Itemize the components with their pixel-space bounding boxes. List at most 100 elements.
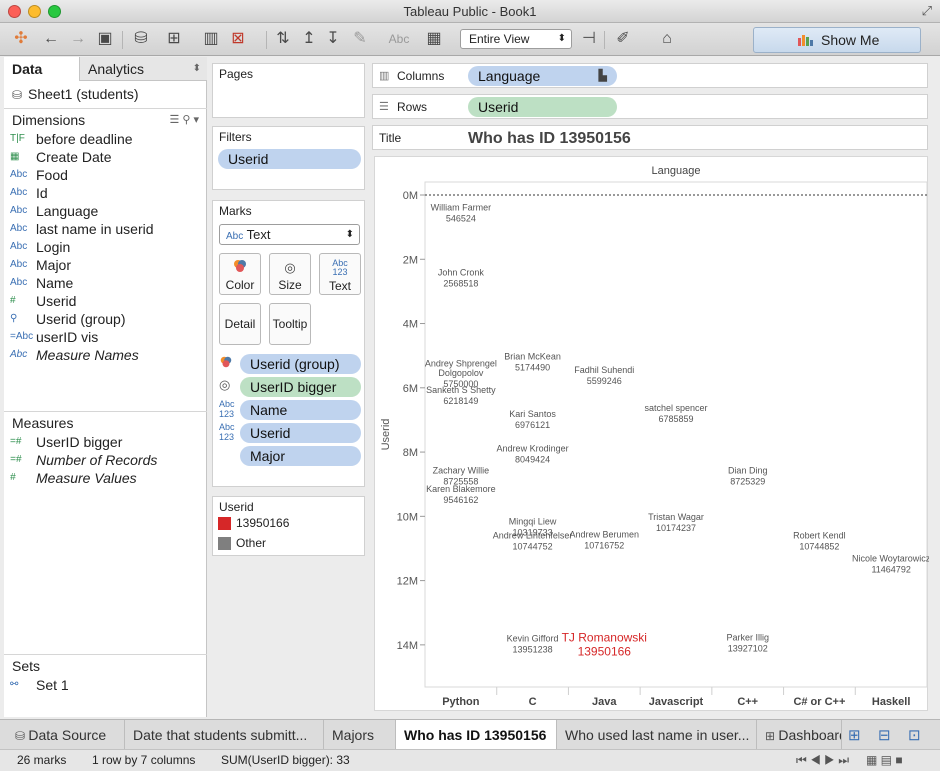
data-mark[interactable]: Andrey Shprengel bbox=[425, 359, 497, 369]
dimensions-field[interactable]: T|F before deadline bbox=[4, 130, 207, 148]
view-cards-icon[interactable]: ▦ bbox=[423, 29, 445, 49]
encoding-pill-userid-group[interactable]: Userid (group) bbox=[240, 354, 361, 374]
filter-pill-userid[interactable]: Userid bbox=[218, 149, 361, 169]
data-mark[interactable]: TJ Romanowski13950166 bbox=[562, 630, 647, 658]
sort-ascending-icon[interactable]: ↥ bbox=[298, 29, 320, 49]
data-mark[interactable]: Robert Kendl10744852 bbox=[793, 530, 846, 551]
group-members-icon[interactable]: ✎ bbox=[349, 29, 371, 49]
dimensions-field[interactable]: Abc Measure Names bbox=[4, 346, 207, 364]
data-mark[interactable]: satchel spencer6785859 bbox=[644, 403, 707, 424]
data-mark[interactable]: Kari Santos6976121 bbox=[509, 409, 556, 430]
swap-rows-columns-icon[interactable]: ⇅ bbox=[272, 29, 294, 49]
tab-data[interactable]: Data bbox=[4, 57, 79, 81]
dimensions-field[interactable]: Abc last name in userid bbox=[4, 220, 207, 238]
save-icon[interactable]: ▣ bbox=[94, 29, 116, 49]
columns-pill-language[interactable]: Language ▙ bbox=[468, 66, 617, 86]
size-button[interactable]: ◎ Size bbox=[269, 253, 311, 295]
color-button[interactable]: Color bbox=[219, 253, 261, 295]
data-mark[interactable]: William Farmer546524 bbox=[431, 203, 492, 224]
fix-axes-icon[interactable]: ⊣ bbox=[578, 29, 600, 49]
tab-dashboard[interactable]: ⊞ Dashboard bbox=[757, 720, 842, 750]
undo-icon[interactable]: ← bbox=[40, 29, 62, 49]
close-window-button[interactable] bbox=[8, 5, 21, 18]
show-mark-labels-icon[interactable]: Abc bbox=[385, 29, 413, 49]
zoom-window-button[interactable] bbox=[48, 5, 61, 18]
data-mark[interactable]: Karen Blakemore9546162 bbox=[426, 484, 496, 505]
duplicate-sheet-icon[interactable]: ▥ bbox=[200, 29, 222, 49]
rows-pill-userid[interactable]: Userid bbox=[468, 97, 617, 117]
title-shelf[interactable]: Title Who has ID 13950156 bbox=[372, 125, 928, 150]
tooltip-button[interactable]: Tooltip bbox=[269, 303, 311, 345]
dimensions-field[interactable]: Abc Login bbox=[4, 238, 207, 256]
data-mark[interactable]: Fadhil Suhendi5599246 bbox=[574, 365, 634, 386]
chart-area[interactable]: Language Python C Java Javascript C++ C# or C+… bbox=[374, 156, 929, 712]
encoding-pill-major[interactable]: Major bbox=[240, 446, 361, 466]
encoding-pill-name[interactable]: Name bbox=[240, 400, 361, 420]
legend-swatch-other[interactable] bbox=[218, 537, 231, 550]
dimensions-field[interactable]: =Abc userID vis bbox=[4, 328, 207, 346]
data-mark[interactable]: Brian McKean5174490 bbox=[504, 351, 561, 372]
fullscreen-icon[interactable]: ⤢ bbox=[922, 3, 932, 19]
columns-shelf[interactable]: ▥ Columns Language ▙ bbox=[372, 63, 928, 88]
measures-field[interactable]: =# UserID bigger bbox=[4, 433, 207, 451]
data-mark[interactable]: Andrew Krodinger8049424 bbox=[497, 444, 569, 465]
data-mark[interactable]: Andrew Lintenfelser10744752 bbox=[493, 530, 573, 551]
dimensions-field[interactable]: Abc Name bbox=[4, 274, 207, 292]
data-mark[interactable]: Dian Ding8725329 bbox=[728, 465, 768, 486]
tab-who-has-id[interactable]: Who has ID 13950156 bbox=[396, 720, 557, 750]
filters-card[interactable]: Filters Userid bbox=[212, 126, 365, 190]
dimensions-field[interactable]: # Userid bbox=[4, 292, 207, 310]
new-dashboard-icon[interactable]: ⊟ bbox=[878, 726, 891, 744]
new-datasource-icon[interactable]: ⛁ bbox=[130, 29, 152, 49]
set-field[interactable]: ⚯ Set 1 bbox=[4, 676, 207, 694]
rows-shelf[interactable]: ☰ Rows Userid bbox=[372, 94, 928, 119]
clear-sheet-icon[interactable]: ⊠ bbox=[227, 29, 249, 49]
new-worksheet-icon[interactable]: ⊞ bbox=[163, 29, 185, 49]
data-mark[interactable]: Andrew Berumen10716752 bbox=[570, 529, 640, 550]
pages-card[interactable]: Pages bbox=[212, 63, 365, 118]
search-icon[interactable]: ☰ ⚲ ▾ bbox=[169, 109, 199, 131]
data-mark[interactable]: Nicole Woytarowicz11464792 bbox=[852, 553, 929, 574]
text-table-chart[interactable]: Language Python C Java Javascript C++ C# or C+… bbox=[375, 157, 929, 712]
sheet-navigation-icon[interactable]: ⏮ ◀ ▶ ⏭ bbox=[796, 750, 849, 770]
new-worksheet-icon[interactable]: ⊞ bbox=[848, 726, 861, 744]
data-mark[interactable]: Parker Illig13927102 bbox=[726, 633, 769, 654]
redo-icon[interactable]: → bbox=[67, 29, 89, 49]
detail-button[interactable]: Detail bbox=[219, 303, 261, 345]
text-button[interactable]: Abc 123 Text bbox=[319, 253, 361, 295]
fit-select[interactable]: Entire View ⬍ bbox=[460, 29, 572, 49]
measures-field[interactable]: # Measure Values bbox=[4, 469, 207, 487]
tab-majors[interactable]: Majors bbox=[324, 720, 396, 750]
measures-field[interactable]: =# Number of Records bbox=[4, 451, 207, 469]
mark-type-select[interactable]: Abc Text ⬍ bbox=[219, 224, 360, 245]
data-mark[interactable]: Sanketh S Shetty6218149 bbox=[426, 385, 496, 406]
dimensions-field[interactable]: ▦ Create Date bbox=[4, 148, 207, 166]
minimize-window-button[interactable] bbox=[28, 5, 41, 18]
mark-id-label: 13927102 bbox=[728, 644, 768, 654]
tab-last-name[interactable]: Who used last name in user... bbox=[557, 720, 757, 750]
highlight-icon[interactable]: ✐ bbox=[612, 29, 634, 49]
sort-descending-icon[interactable]: ↧ bbox=[322, 29, 344, 49]
dimensions-field[interactable]: Abc Major bbox=[4, 256, 207, 274]
dimensions-field[interactable]: Abc Food bbox=[4, 166, 207, 184]
sheet-sorter-icon[interactable]: ▦ ▤ ■ bbox=[866, 750, 903, 770]
encoding-pill-userid-bigger[interactable]: UserID bigger bbox=[240, 377, 361, 397]
field-label: UserID bigger bbox=[36, 434, 123, 450]
data-mark[interactable]: Kevin Gifford13951238 bbox=[507, 633, 559, 654]
tab-analytics[interactable]: Analytics ⬍ bbox=[79, 57, 207, 81]
dimensions-field[interactable]: Abc Id bbox=[4, 184, 207, 202]
tab-menu-caret-icon[interactable]: ⬍ bbox=[193, 57, 201, 81]
dimensions-field[interactable]: Abc Language bbox=[4, 202, 207, 220]
presentation-mode-icon[interactable]: ⌂ bbox=[656, 29, 678, 49]
data-mark[interactable]: John Cronk2568518 bbox=[438, 268, 485, 289]
encoding-pill-userid[interactable]: Userid bbox=[240, 423, 361, 443]
tab-data-source[interactable]: ⛁ Data Source bbox=[5, 720, 125, 750]
legend-swatch-highlight[interactable] bbox=[218, 517, 231, 530]
new-story-icon[interactable]: ⊡ bbox=[908, 726, 921, 744]
datasource-item[interactable]: ⛁ Sheet1 (students) bbox=[12, 85, 139, 104]
dimensions-field[interactable]: ⚲ Userid (group) bbox=[4, 310, 207, 328]
data-mark[interactable]: Tristan Wagar10174237 bbox=[648, 512, 704, 533]
show-me-button[interactable]: Show Me bbox=[753, 27, 921, 53]
tableau-logo-icon[interactable]: ✣ bbox=[10, 29, 32, 49]
tab-date-submitted[interactable]: Date that students submitt... bbox=[125, 720, 324, 750]
